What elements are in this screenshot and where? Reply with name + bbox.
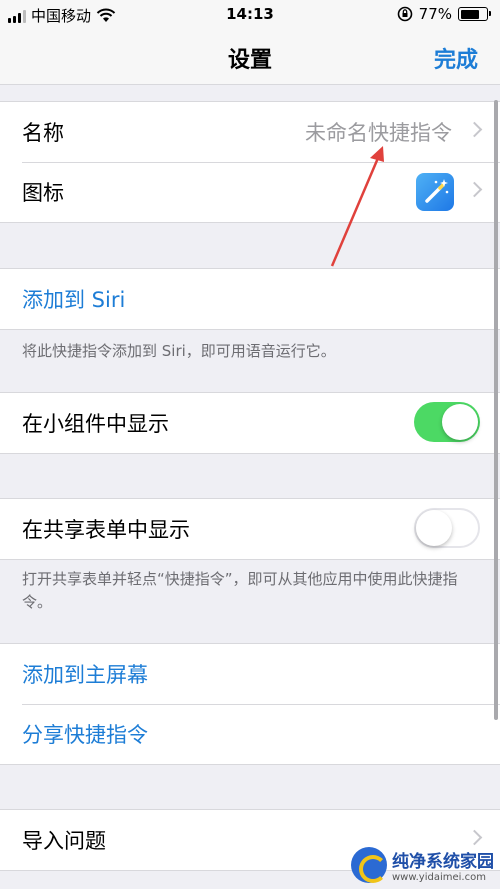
- watermark: 纯净系统家园 www.yidaimei.com: [351, 847, 494, 883]
- watermark-logo-icon: [351, 847, 387, 883]
- annotation-arrow: [330, 146, 384, 267]
- watermark-url: www.yidaimei.com: [392, 872, 486, 883]
- watermark-text: 纯净系统家园 www.yidaimei.com: [392, 847, 494, 883]
- watermark-name: 纯净系统家园: [392, 852, 494, 872]
